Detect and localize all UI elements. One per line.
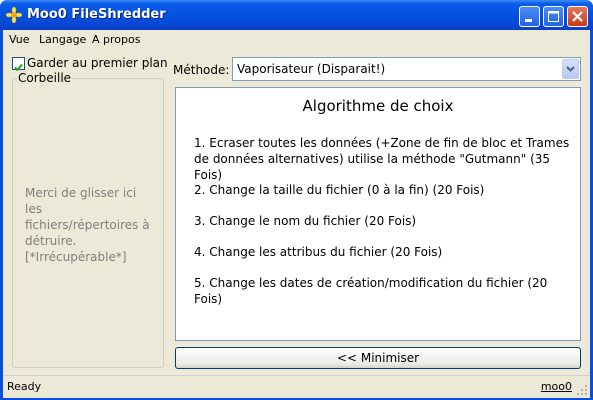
algorithm-step: 3. Change le nom du fichier (20 Fois) <box>194 214 417 228</box>
trash-legend: Corbeille <box>17 71 73 85</box>
algorithm-step: 1. Ecraser toutes les données (+Zone de … <box>194 136 570 182</box>
trash-dropzone[interactable]: Corbeille Merci de glisser ici les fichi… <box>12 71 164 368</box>
minimize-icon <box>525 19 532 22</box>
menu-langage[interactable]: Langage <box>39 33 86 46</box>
method-label: Méthode: <box>173 63 230 77</box>
keep-on-top-checkbox[interactable] <box>12 57 25 72</box>
maximize-window-button[interactable] <box>543 6 564 27</box>
algorithm-step: 4. Change les attribus du fichier (20 Fo… <box>194 245 443 259</box>
status-bar: Ready moo0 <box>3 375 590 398</box>
client-area: Vue Langage A propos Garder au premier p… <box>3 30 590 398</box>
menu-vue[interactable]: Vue <box>9 33 30 46</box>
algorithm-step: 2. Change la taille du fichier (0 à la f… <box>194 183 485 197</box>
method-select[interactable]: Vaporisateur (Disparait!) <box>232 57 581 81</box>
close-icon <box>572 11 583 22</box>
chevron-down-icon <box>566 66 575 72</box>
minimize-window-button[interactable] <box>519 6 540 27</box>
menu-a-propos[interactable]: A propos <box>92 33 140 46</box>
drop-instructions: Merci de glisser ici les fichiers/répert… <box>25 186 150 264</box>
close-window-button[interactable] <box>567 6 588 27</box>
app-icon <box>6 7 22 23</box>
method-dropdown-button[interactable] <box>562 59 579 79</box>
resize-grip-icon[interactable] <box>576 384 588 396</box>
algorithm-title: Algorithme de choix <box>302 97 454 115</box>
title-bar[interactable]: Moo0 FileShredder <box>0 0 593 30</box>
algorithm-panel: Algorithme de choix 1. Ecraser toutes le… <box>175 87 581 341</box>
method-selected-value: Vaporisateur (Disparait!) <box>237 62 386 76</box>
moo0-link[interactable]: moo0 <box>541 380 572 393</box>
algorithm-step: 5. Change les dates de création/modifica… <box>194 276 548 306</box>
maximize-icon <box>548 11 559 22</box>
window-title: Moo0 FileShredder <box>27 7 166 22</box>
keep-on-top-label: Garder au premier plan <box>27 56 168 70</box>
status-text: Ready <box>7 380 42 393</box>
menu-bar: Vue Langage A propos <box>3 30 590 50</box>
minimize-panel-button[interactable]: << Minimiser <box>175 347 581 369</box>
app-window: Moo0 FileShredder Vue Langage A propos G… <box>0 0 593 400</box>
